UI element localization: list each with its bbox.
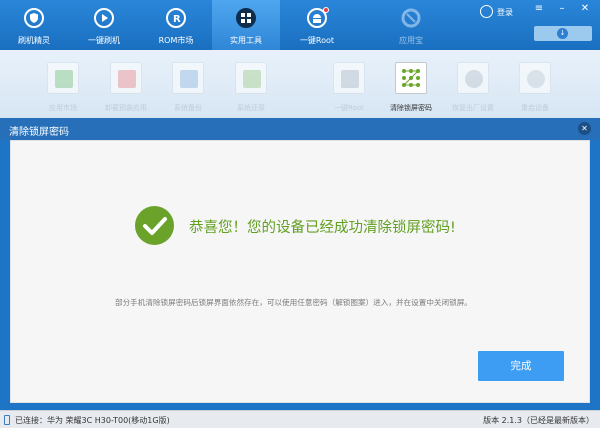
nav-item-rom-market[interactable]: R ROM市场 [142, 0, 210, 50]
pattern-lock-icon [395, 62, 427, 94]
close-icon[interactable]: ✕ [578, 122, 591, 135]
app-store-icon [401, 8, 421, 28]
trash-icon [110, 62, 142, 94]
hint-text: 部分手机清除锁屏密码后锁屏界面依然存在，可以使用任意密码（解锁图案）进入，并在设… [115, 298, 472, 307]
tool-label: 系统还原 [237, 104, 265, 112]
tool-label: 恢复出厂设置 [452, 104, 494, 112]
tool-label: 一键Root [334, 104, 364, 112]
nav-item-shuaji[interactable]: 刷机精灵 [0, 0, 68, 50]
tool-reboot-device[interactable]: 重启设备 [504, 60, 566, 116]
nav-label: 应用宝 [399, 36, 423, 45]
nav-item-onekey-flash[interactable]: 一键刷机 [70, 0, 138, 50]
top-navigation: 刷机精灵 一键刷机 R ROM市场 实用工具 一键Root 应用宝 登录 ≡ –… [0, 0, 600, 50]
user-icon [480, 5, 493, 18]
close-window-icon[interactable]: ✕ [578, 3, 592, 15]
minimize-icon[interactable]: – [555, 3, 569, 15]
gear-icon [457, 62, 489, 94]
dialog-header: 清除锁屏密码 ✕ [0, 118, 600, 140]
tool-strip: 应用市场 卸载预装应用 系统备份 系统还原 一键Root 清除锁屏密码 恢复出厂… [0, 50, 600, 118]
nav-label: 实用工具 [230, 36, 262, 45]
download-icon: ↓ [557, 28, 568, 39]
login-label: 登录 [497, 8, 513, 17]
nav-item-onekey-root[interactable]: 一键Root [283, 0, 351, 50]
tool-uninstall-apps[interactable]: 卸载预装应用 [95, 60, 157, 116]
tool-factory-reset[interactable]: 恢复出厂设置 [442, 60, 504, 116]
rom-icon: R [166, 8, 186, 28]
tool-onekey-root[interactable]: 一键Root [318, 60, 380, 116]
play-icon [94, 8, 114, 28]
tool-system-restore[interactable]: 系统还原 [220, 60, 282, 116]
shield-icon [24, 8, 44, 28]
nav-label: 刷机精灵 [18, 36, 50, 45]
tool-label: 卸载预装应用 [105, 104, 147, 112]
tool-label: 重启设备 [521, 104, 549, 112]
bag-icon [47, 62, 79, 94]
restore-icon [235, 62, 267, 94]
success-check-icon [135, 206, 174, 245]
menu-icon[interactable]: ≡ [532, 3, 546, 15]
download-button[interactable]: ↓ [534, 26, 592, 41]
nav-label: 一键Root [299, 36, 335, 45]
notification-badge [323, 7, 329, 13]
android-icon [333, 62, 365, 94]
status-bar: 已连接：华为 荣耀3C H30-T00(移动1G版) 版本 2.1.3（已经是最… [0, 410, 600, 428]
tool-system-backup[interactable]: 系统备份 [157, 60, 219, 116]
backup-icon [172, 62, 204, 94]
nav-item-app-store[interactable]: 应用宝 [377, 0, 445, 50]
nav-label: ROM市场 [158, 36, 194, 45]
nav-label: 一键刷机 [88, 36, 120, 45]
phone-icon [4, 415, 10, 425]
nav-item-tools[interactable]: 实用工具 [212, 0, 280, 50]
tool-label: 应用市场 [49, 104, 77, 112]
grid-icon [236, 8, 256, 28]
tool-label: 清除锁屏密码 [390, 104, 432, 112]
success-message: 恭喜您！您的设备已经成功清除锁屏密码! [189, 220, 456, 236]
tool-clear-lock-password[interactable]: 清除锁屏密码 [380, 60, 442, 116]
connection-status: 已连接：华为 荣耀3C H30-T00(移动1G版) [15, 416, 170, 425]
dialog-title: 清除锁屏密码 [9, 127, 69, 138]
done-button[interactable]: 完成 [478, 351, 564, 381]
dialog-body: 恭喜您！您的设备已经成功清除锁屏密码! 部分手机清除锁屏密码后锁屏界面依然存在，… [10, 140, 590, 403]
svg-text:R: R [173, 14, 181, 24]
tool-app-market[interactable]: 应用市场 [32, 60, 94, 116]
loading-icon [519, 62, 551, 94]
tool-label: 系统备份 [174, 104, 202, 112]
version-info: 版本 2.1.3（已经是最新版本） [483, 416, 594, 425]
